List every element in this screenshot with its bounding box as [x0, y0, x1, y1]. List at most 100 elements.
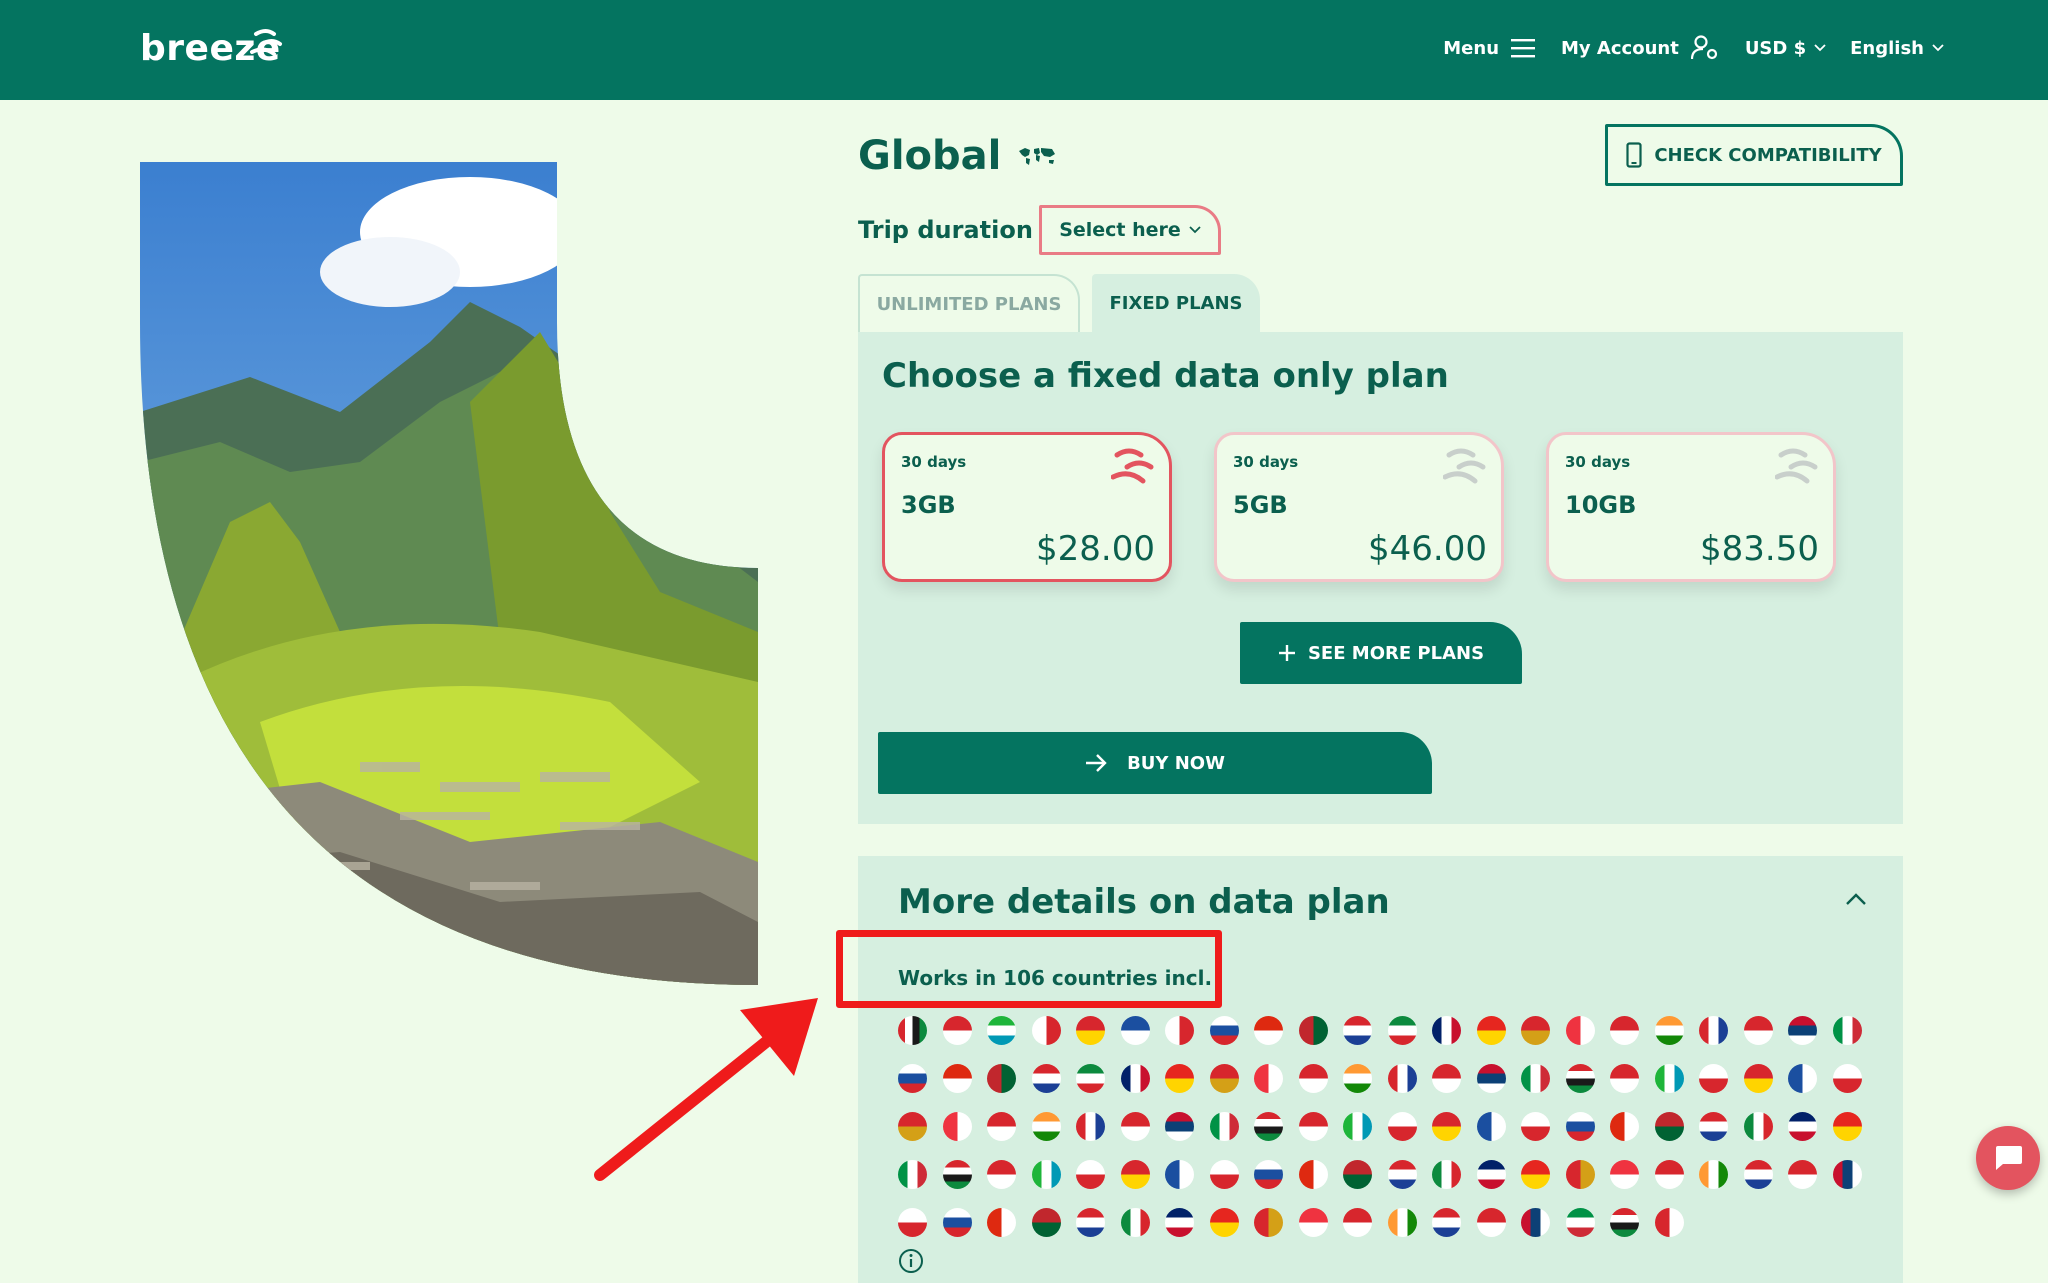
- tab-fixed-plans[interactable]: FIXED PLANS: [1092, 274, 1260, 332]
- country-flag-icon: [1521, 1016, 1550, 1045]
- country-flag-icon: [1610, 1064, 1639, 1093]
- country-flag-icon: [1743, 1064, 1773, 1093]
- country-flag-icon: [1343, 1016, 1372, 1045]
- annotation-highlight-box: [836, 930, 1222, 1008]
- plan-data-size: 10GB: [1565, 491, 1637, 519]
- country-flag-icon: [942, 1112, 972, 1141]
- country-flag-icon: [1699, 1064, 1728, 1093]
- chat-bubble-icon: [1996, 1146, 2022, 1170]
- arrow-right-icon: [1086, 754, 1107, 772]
- country-flag-icon: [1788, 1064, 1817, 1093]
- country-flag-icon: [1076, 1208, 1105, 1237]
- country-flag-icon: [1565, 1064, 1595, 1093]
- trip-duration-select[interactable]: Select here: [1039, 205, 1221, 255]
- country-flag-icon: [942, 1064, 972, 1093]
- plus-icon: [1278, 645, 1295, 661]
- country-flag-icon: [1209, 1160, 1239, 1189]
- country-flag-icon: [942, 1160, 972, 1189]
- see-more-plans-label: SEE MORE PLANS: [1307, 642, 1485, 664]
- country-flag-icon: [1076, 1160, 1105, 1189]
- country-flag-icon: [898, 1112, 927, 1141]
- country-flag-icon: [1432, 1016, 1461, 1045]
- country-flag-icon: [1432, 1160, 1461, 1189]
- fixed-plans-panel: Choose a fixed data only plan 30 days 3G…: [858, 332, 1903, 824]
- country-flag-icon: [898, 1016, 927, 1045]
- country-flag-icon: [1432, 1112, 1461, 1141]
- country-flag-icon: [1343, 1208, 1372, 1237]
- plan-card-3gb[interactable]: 30 days 3GB $28.00: [882, 432, 1172, 582]
- chevron-down-icon: [1932, 44, 1944, 52]
- plan-card-5gb[interactable]: 30 days 5GB $46.00: [1214, 432, 1504, 582]
- country-flag-icon: [1743, 1160, 1773, 1189]
- buy-now-button[interactable]: BUY NOW: [878, 732, 1432, 794]
- country-flag-icon: [1387, 1112, 1417, 1141]
- currency-label: USD $: [1744, 37, 1807, 59]
- chat-support-button[interactable]: [1976, 1126, 2040, 1190]
- country-flag-icon: [1788, 1112, 1817, 1141]
- country-flag-icon: [1120, 1112, 1150, 1141]
- country-flag-icon: [1254, 1160, 1283, 1189]
- chevron-up-icon[interactable]: [1845, 892, 1867, 906]
- country-flag-icon: [1343, 1160, 1372, 1189]
- country-flag-icon: [942, 1016, 972, 1045]
- country-flag-icon: [1387, 1016, 1417, 1045]
- country-flag-icon: [1521, 1208, 1550, 1237]
- country-flag-icon: [1254, 1208, 1283, 1237]
- country-flag-icon: [987, 1160, 1016, 1189]
- buy-now-label: BUY NOW: [1127, 752, 1225, 774]
- country-flag-icon: [1565, 1112, 1595, 1141]
- top-navigation-bar: breeze Menu My Account USD $ English: [0, 0, 2048, 100]
- country-flag-icon: [1387, 1160, 1417, 1189]
- chevron-down-icon: [1814, 44, 1826, 52]
- country-flag-icon: [1610, 1160, 1639, 1189]
- country-flag-icon: [1476, 1208, 1506, 1237]
- plan-price: $46.00: [1368, 529, 1487, 569]
- country-flag-icon: [1343, 1112, 1372, 1141]
- country-flag-icon: [1343, 1064, 1372, 1093]
- breeze-wind-icon: [250, 29, 282, 56]
- my-account-button[interactable]: My Account: [1561, 35, 1719, 61]
- plan-price: $28.00: [1036, 529, 1155, 569]
- country-flag-icon: [1832, 1064, 1862, 1093]
- country-flag-icon: [1031, 1160, 1061, 1189]
- tab-unlimited-plans[interactable]: UNLIMITED PLANS: [858, 274, 1080, 332]
- country-flag-icon: [1031, 1016, 1061, 1045]
- currency-selector[interactable]: USD $: [1745, 38, 1826, 59]
- see-more-plans-button[interactable]: SEE MORE PLANS: [1240, 622, 1522, 684]
- breeze-logo[interactable]: breeze: [140, 24, 282, 74]
- country-flag-icon: [1565, 1160, 1595, 1189]
- country-flag-icon: [1521, 1112, 1550, 1141]
- country-flag-icon: [1254, 1112, 1283, 1141]
- country-flag-icon: [987, 1064, 1016, 1093]
- hamburger-icon: [1511, 39, 1536, 58]
- country-flag-icon: [1476, 1016, 1506, 1045]
- country-flag-icon: [1476, 1064, 1506, 1093]
- check-compatibility-button[interactable]: CHECK COMPATIBILITY: [1605, 124, 1903, 186]
- country-flag-icon: [898, 1160, 927, 1189]
- menu-button[interactable]: Menu: [1443, 38, 1536, 59]
- country-flag-icon: [1654, 1112, 1684, 1141]
- country-flag-icon: [1476, 1112, 1506, 1141]
- info-icon[interactable]: [898, 1248, 924, 1274]
- country-flag-icon: [1476, 1160, 1506, 1189]
- country-flag-icon: [1788, 1160, 1817, 1189]
- country-flag-icon: [1387, 1208, 1417, 1237]
- plan-card-10gb[interactable]: 30 days 10GB $83.50: [1546, 432, 1836, 582]
- country-flag-icon: [898, 1064, 927, 1093]
- country-flag-icon: [1076, 1016, 1105, 1045]
- country-flag-icon: [1565, 1208, 1595, 1237]
- country-flag-icon: [1298, 1160, 1328, 1189]
- country-flag-icon: [1120, 1064, 1150, 1093]
- country-flag-icon: [987, 1016, 1016, 1045]
- country-flag-icon: [1565, 1016, 1595, 1045]
- country-flag-icon: [1610, 1016, 1639, 1045]
- plan-data-size: 5GB: [1233, 491, 1288, 519]
- language-selector[interactable]: English: [1850, 38, 1944, 59]
- country-flag-icon: [1699, 1112, 1728, 1141]
- country-flag-icon: [1165, 1064, 1194, 1093]
- plan-duration: 30 days: [1233, 453, 1299, 471]
- country-flag-icon: [1699, 1160, 1728, 1189]
- country-flag-icon: [1209, 1112, 1239, 1141]
- country-flag-icon: [1298, 1016, 1328, 1045]
- country-flag-icon: [1654, 1064, 1684, 1093]
